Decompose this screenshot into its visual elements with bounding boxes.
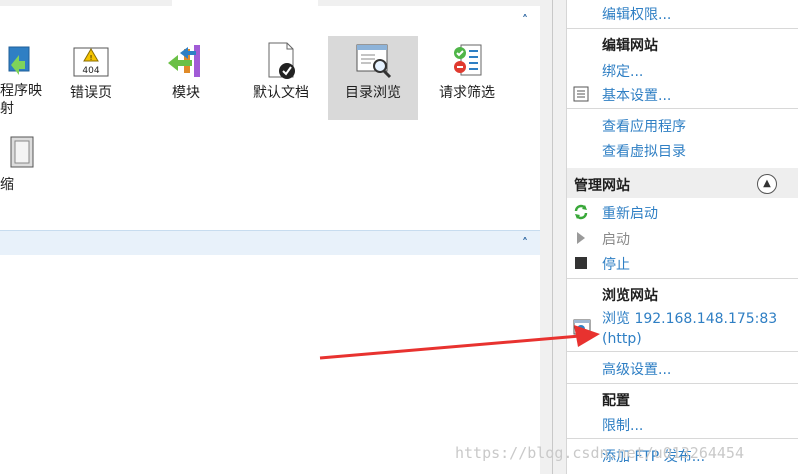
watermark: https://blog.csdn.net/u013264454 <box>455 444 744 462</box>
arrow-head <box>574 325 600 347</box>
annotation-arrow <box>319 325 600 360</box>
arrow-shaft <box>319 334 581 360</box>
